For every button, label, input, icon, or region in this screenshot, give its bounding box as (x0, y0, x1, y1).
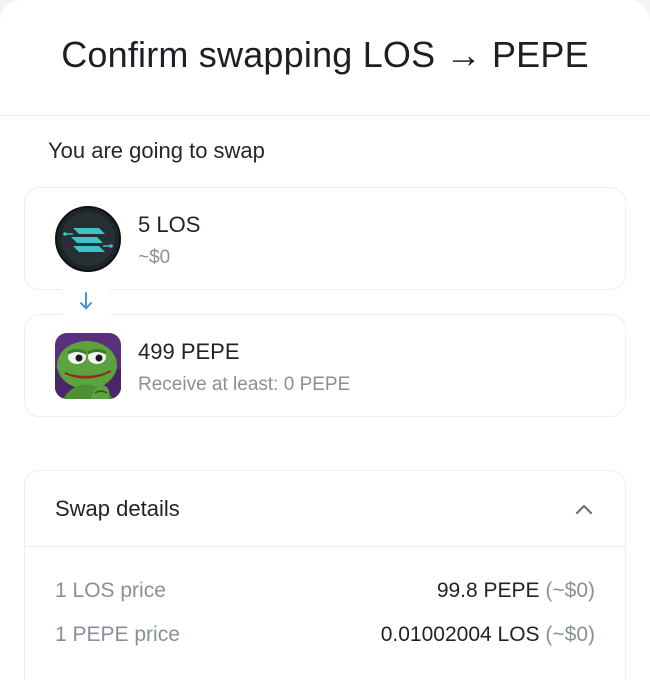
section-label: You are going to swap (48, 138, 265, 163)
swap-details-header[interactable]: Swap details (25, 471, 625, 547)
to-token-card: 499 PEPE Receive at least: 0 PEPE (24, 314, 626, 417)
from-token-card: 5 LOS ~$0 (24, 187, 626, 290)
detail-usd: (~$0) (545, 579, 595, 602)
from-token-usd: ~$0 (138, 247, 171, 268)
los-token-icon (55, 206, 121, 272)
to-token-amount: 499 PEPE (138, 339, 240, 364)
swap-confirm-sheet: Confirm swapping LOS → PEPE You are goin… (0, 0, 650, 680)
detail-value-group: 0.01002004 LOS (~$0) (381, 623, 595, 647)
from-token-amount: 5 LOS (138, 212, 201, 237)
arrow-down-icon (62, 281, 110, 321)
page-title: Confirm swapping LOS → PEPE (61, 33, 589, 75)
to-token-min-receive: Receive at least: 0 PEPE (138, 374, 351, 395)
pepe-token-icon (55, 333, 121, 399)
detail-row-los-price: 1 LOS price 99.8 PEPE (~$0) (55, 579, 595, 603)
detail-value-group: 99.8 PEPE (~$0) (437, 579, 595, 603)
swap-details-panel: Swap details 1 LOS price 99.8 PEPE (~$0)… (24, 470, 626, 680)
detail-label: 1 PEPE price (55, 623, 180, 646)
sheet-header: Confirm swapping LOS → PEPE (0, 0, 650, 116)
chevron-up-icon[interactable] (573, 498, 595, 520)
detail-usd: (~$0) (545, 623, 595, 646)
detail-value: 0.01002004 LOS (380, 623, 540, 646)
detail-label: 1 LOS price (55, 579, 166, 602)
detail-row-pepe-price: 1 PEPE price 0.01002004 LOS (~$0) (55, 623, 595, 647)
detail-value: 99.8 PEPE (436, 579, 540, 602)
swap-details-title: Swap details (55, 495, 180, 521)
